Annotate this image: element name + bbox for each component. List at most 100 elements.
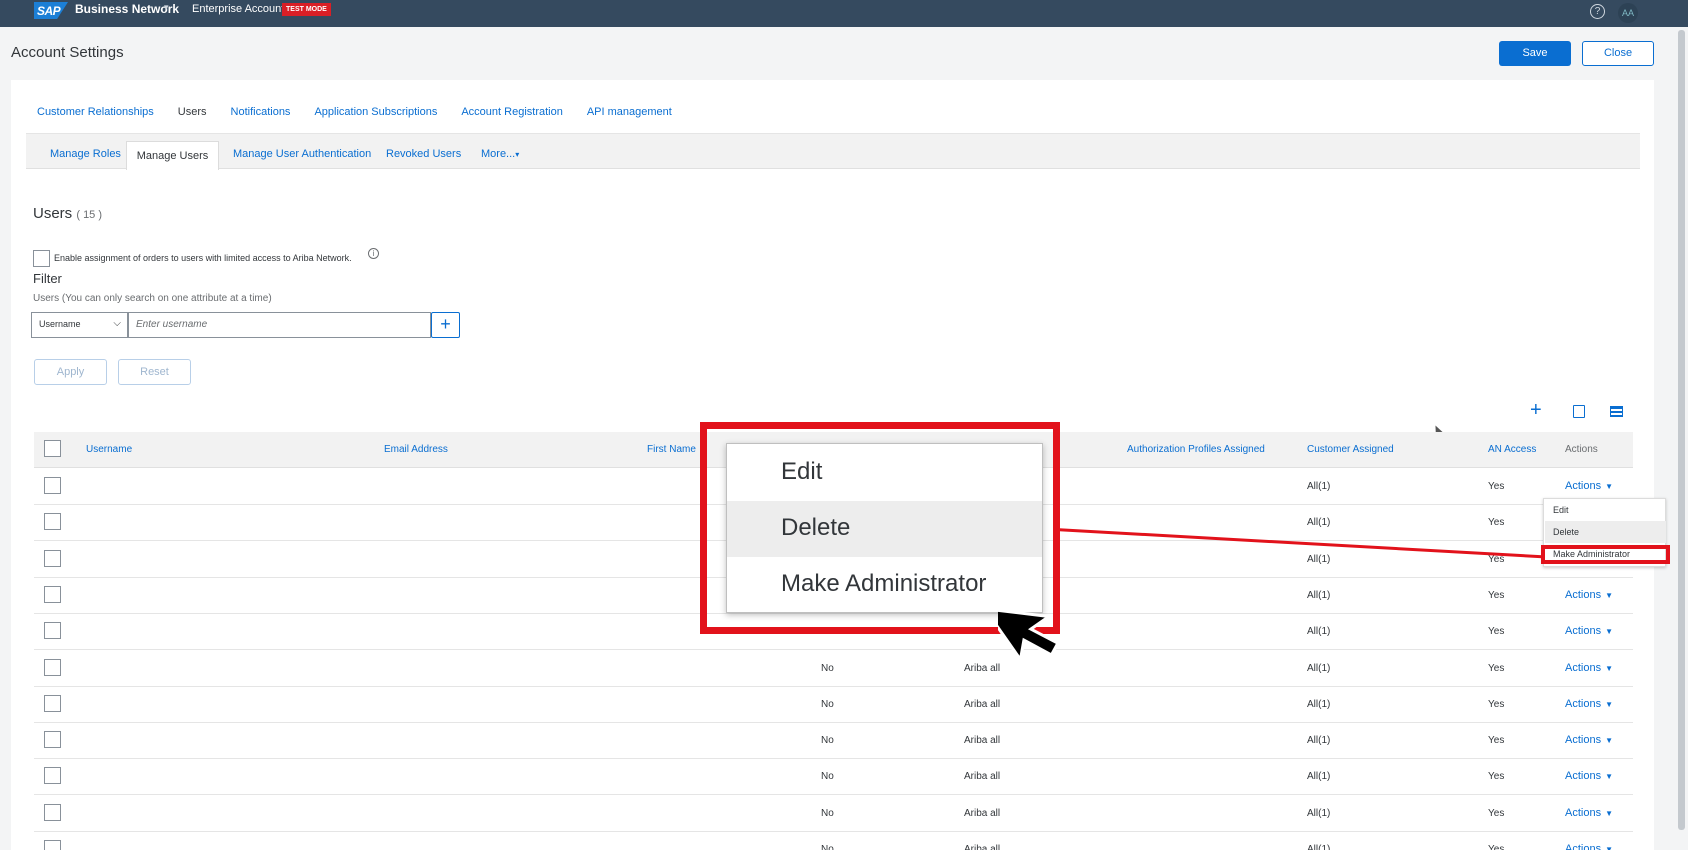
caret-down-icon: ▼ [1605, 627, 1613, 636]
row-checkbox[interactable] [44, 622, 61, 639]
cell-flag: No [821, 699, 834, 710]
actions-menu-button[interactable]: Actions ▼ [1565, 698, 1613, 710]
account-name: Enterprise Account [192, 3, 285, 15]
tab-application-subscriptions[interactable]: Application Subscriptions [314, 106, 437, 118]
subtab-manage-user-authentication[interactable]: Manage User Authentication [233, 148, 371, 160]
cell-role: Ariba all [964, 663, 1001, 674]
save-view-icon[interactable] [1573, 405, 1585, 418]
add-filter-button[interactable]: + [431, 312, 460, 338]
header-an-access[interactable]: AN Access [1488, 444, 1536, 455]
row-checkbox[interactable] [44, 477, 61, 494]
test-mode-badge: TEST MODE [282, 3, 331, 16]
actions-label: Actions [1565, 698, 1602, 710]
close-button[interactable]: Close [1582, 41, 1654, 66]
cell-customer-assigned: All(1) [1307, 481, 1331, 492]
chevron-down-icon: ⌵ [113, 318, 121, 329]
tab-api-management[interactable]: API management [587, 106, 672, 118]
row-divider [34, 758, 1633, 759]
actions-menu-button[interactable]: Actions ▼ [1565, 807, 1613, 819]
users-title: Users [33, 205, 73, 222]
subtab-manage-roles[interactable]: Manage Roles [50, 148, 121, 160]
mouse-pointer-icon [998, 606, 1060, 664]
header-authorization-profiles[interactable]: Authorization Profiles Assigned [1127, 444, 1265, 455]
enable-limited-access-label: Enable assignment of orders to users wit… [54, 253, 352, 263]
filter-attribute-value: Username [39, 319, 81, 329]
filter-attribute-select[interactable]: Username ⌵ [31, 312, 128, 338]
cell-customer-assigned: All(1) [1307, 626, 1331, 637]
save-button[interactable]: Save [1499, 41, 1571, 66]
row-divider [34, 831, 1633, 832]
actions-menu-button[interactable]: Actions ▼ [1565, 843, 1613, 850]
cell-an-access: Yes [1488, 844, 1505, 850]
scrollbar-thumb[interactable] [1678, 30, 1685, 830]
row-checkbox[interactable] [44, 513, 61, 530]
header-email-address[interactable]: Email Address [384, 444, 448, 455]
page-title: Account Settings [11, 44, 124, 61]
avatar[interactable]: AA [1618, 3, 1638, 23]
row-checkbox[interactable] [44, 659, 61, 676]
actions-label: Actions [1565, 843, 1602, 850]
dropdown-delete[interactable]: Delete [1553, 527, 1579, 537]
header-username[interactable]: Username [86, 444, 132, 455]
row-checkbox[interactable] [44, 804, 61, 821]
caret-down-icon: ▼ [1605, 591, 1613, 600]
enable-limited-access-checkbox[interactable] [33, 250, 50, 267]
row-checkbox[interactable] [44, 695, 61, 712]
actions-menu-button[interactable]: Actions ▼ [1565, 770, 1613, 782]
help-icon[interactable]: ? [1590, 4, 1605, 19]
actions-menu-button[interactable]: Actions ▼ [1565, 589, 1613, 601]
subtab-manage-users[interactable]: Manage Users [126, 141, 219, 170]
actions-label: Actions [1565, 734, 1602, 746]
tab-customer-relationships[interactable]: Customer Relationships [37, 106, 154, 118]
add-user-icon[interactable]: + [1530, 400, 1542, 420]
actions-menu-button[interactable]: Actions ▼ [1565, 662, 1613, 674]
row-checkbox[interactable] [44, 586, 61, 603]
actions-menu-button[interactable]: Actions ▼ [1565, 734, 1613, 746]
tab-notifications[interactable]: Notifications [231, 106, 291, 118]
cell-customer-assigned: All(1) [1307, 663, 1331, 674]
cell-flag: No [821, 735, 834, 746]
cell-customer-assigned: All(1) [1307, 699, 1331, 710]
actions-label: Actions [1565, 480, 1602, 492]
apply-button[interactable]: Apply [34, 359, 107, 385]
select-all-checkbox[interactable] [44, 440, 61, 457]
sap-logo[interactable]: SAP [34, 2, 68, 19]
reset-button[interactable]: Reset [118, 359, 191, 385]
cell-flag: No [821, 844, 834, 850]
actions-label: Actions [1565, 807, 1602, 819]
chevron-down-icon: ▾ [515, 150, 520, 159]
cell-customer-assigned: All(1) [1307, 554, 1331, 565]
caret-down-icon: ▼ [1605, 772, 1613, 781]
cell-an-access: Yes [1488, 663, 1505, 674]
cell-an-access: Yes [1488, 590, 1505, 601]
header-first-name[interactable]: First Name [647, 444, 696, 455]
row-checkbox[interactable] [44, 550, 61, 567]
row-checkbox[interactable] [44, 731, 61, 748]
shell-bar: SAP Business Network ▾ Enterprise Accoun… [0, 0, 1688, 27]
cell-flag: No [821, 771, 834, 782]
cell-an-access: Yes [1488, 699, 1505, 710]
cell-role: Ariba all [964, 808, 1001, 819]
row-checkbox[interactable] [44, 767, 61, 784]
header-actions: Actions [1565, 444, 1598, 455]
header-customer-assigned[interactable]: Customer Assigned [1307, 444, 1394, 455]
cell-role: Ariba all [964, 771, 1001, 782]
subtab-revoked-users[interactable]: Revoked Users [386, 148, 461, 160]
caret-down-icon: ▼ [1605, 736, 1613, 745]
info-icon[interactable]: i [368, 248, 379, 259]
dropdown-edit[interactable]: Edit [1553, 505, 1569, 515]
tab-account-registration[interactable]: Account Registration [461, 106, 563, 118]
cell-customer-assigned: All(1) [1307, 771, 1331, 782]
chevron-down-icon[interactable]: ▾ [164, 2, 169, 13]
tab-users[interactable]: Users [178, 106, 207, 118]
caret-down-icon: ▼ [1605, 809, 1613, 818]
username-filter-input[interactable]: Enter username [128, 312, 431, 338]
cell-an-access: Yes [1488, 808, 1505, 819]
cell-customer-assigned: All(1) [1307, 517, 1331, 528]
row-checkbox[interactable] [44, 840, 61, 850]
subtab-more[interactable]: More...▾ [481, 148, 519, 160]
actions-menu-button[interactable]: Actions ▼ [1565, 480, 1613, 492]
actions-menu-button[interactable]: Actions ▼ [1565, 625, 1613, 637]
table-settings-icon[interactable] [1610, 406, 1623, 417]
filter-title: Filter [33, 271, 62, 286]
